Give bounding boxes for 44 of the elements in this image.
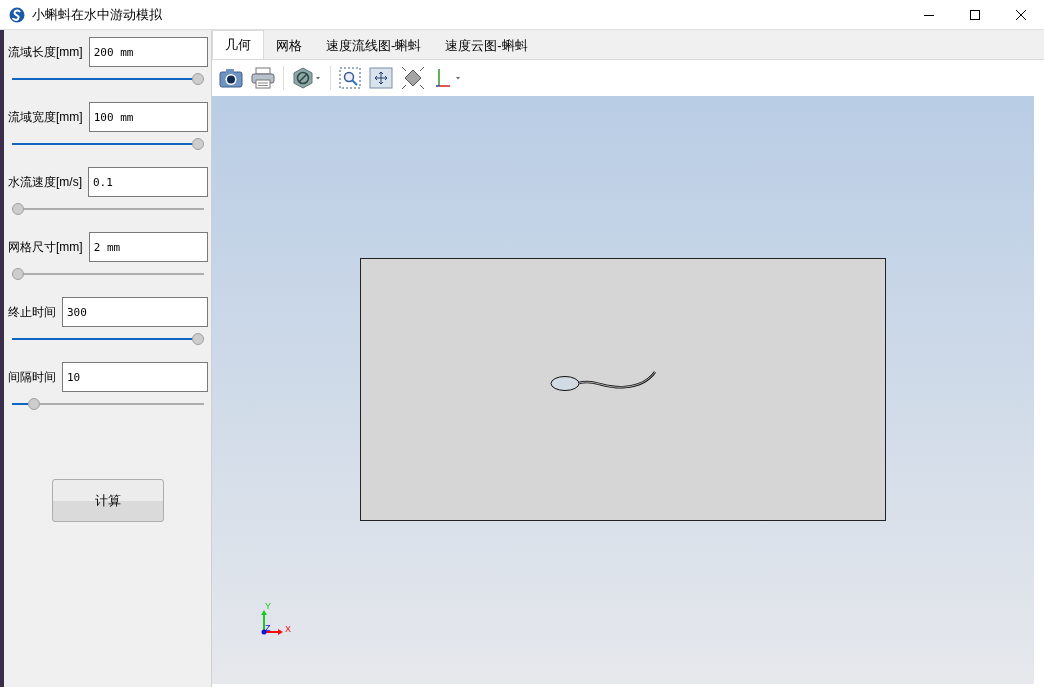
parameter-input[interactable]: 100 mm (88, 102, 208, 132)
3d-viewport[interactable]: Y Z X (212, 96, 1034, 684)
parameter-label: 网格尺寸[mm] (8, 239, 83, 256)
slider[interactable] (12, 398, 204, 410)
close-icon (1016, 9, 1026, 20)
app-logo-icon (9, 6, 25, 23)
slider-thumb[interactable] (192, 138, 204, 150)
maximize-icon (970, 9, 980, 20)
parameter-label: 水流速度[m/s] (8, 174, 82, 191)
y-axis-label: Y (265, 601, 271, 611)
zoom-box-icon[interactable] (339, 67, 361, 89)
parameter-input[interactable]: 200 mm (88, 37, 208, 67)
window-title: 小蝌蚪在水中游动模拟 (32, 5, 162, 24)
fit-view-icon[interactable] (401, 66, 425, 90)
printer-icon[interactable] (251, 67, 275, 89)
compute-button[interactable]: 计算 (52, 479, 164, 522)
parameter-input[interactable]: 300 (62, 297, 208, 327)
tab[interactable]: 速度云图-蝌蚪 (433, 32, 540, 59)
z-axis-label: Z (265, 623, 271, 633)
hide-dropdown-icon[interactable] (292, 67, 322, 89)
slider[interactable] (12, 138, 204, 150)
slider-thumb[interactable] (192, 73, 204, 85)
slider-thumb[interactable] (12, 203, 24, 215)
camera-icon[interactable] (219, 68, 243, 88)
slider[interactable] (12, 203, 204, 215)
axes-dropdown-icon[interactable] (433, 67, 463, 89)
slider-thumb[interactable] (12, 268, 24, 280)
parameter-input[interactable]: 2 mm (88, 232, 208, 262)
x-axis-label: X (285, 624, 291, 634)
slider[interactable] (12, 268, 204, 280)
tab[interactable]: 网格 (264, 32, 314, 59)
parameter-label: 流域长度[mm] (8, 44, 83, 61)
slider-thumb[interactable] (192, 333, 204, 345)
slider[interactable] (12, 73, 204, 85)
pan-icon[interactable] (369, 67, 393, 89)
parameter-input[interactable]: 10 (62, 362, 208, 392)
parameter-label: 流域宽度[mm] (8, 109, 83, 126)
parameter-input[interactable]: 0.1 (88, 167, 208, 197)
parameter-label: 终止时间 (8, 304, 56, 321)
tab[interactable]: 几何 (212, 30, 264, 59)
slider[interactable] (12, 333, 204, 345)
parameter-label: 间隔时间 (8, 369, 56, 386)
slider-thumb[interactable] (28, 398, 41, 410)
tab[interactable]: 速度流线图-蝌蚪 (314, 32, 434, 59)
